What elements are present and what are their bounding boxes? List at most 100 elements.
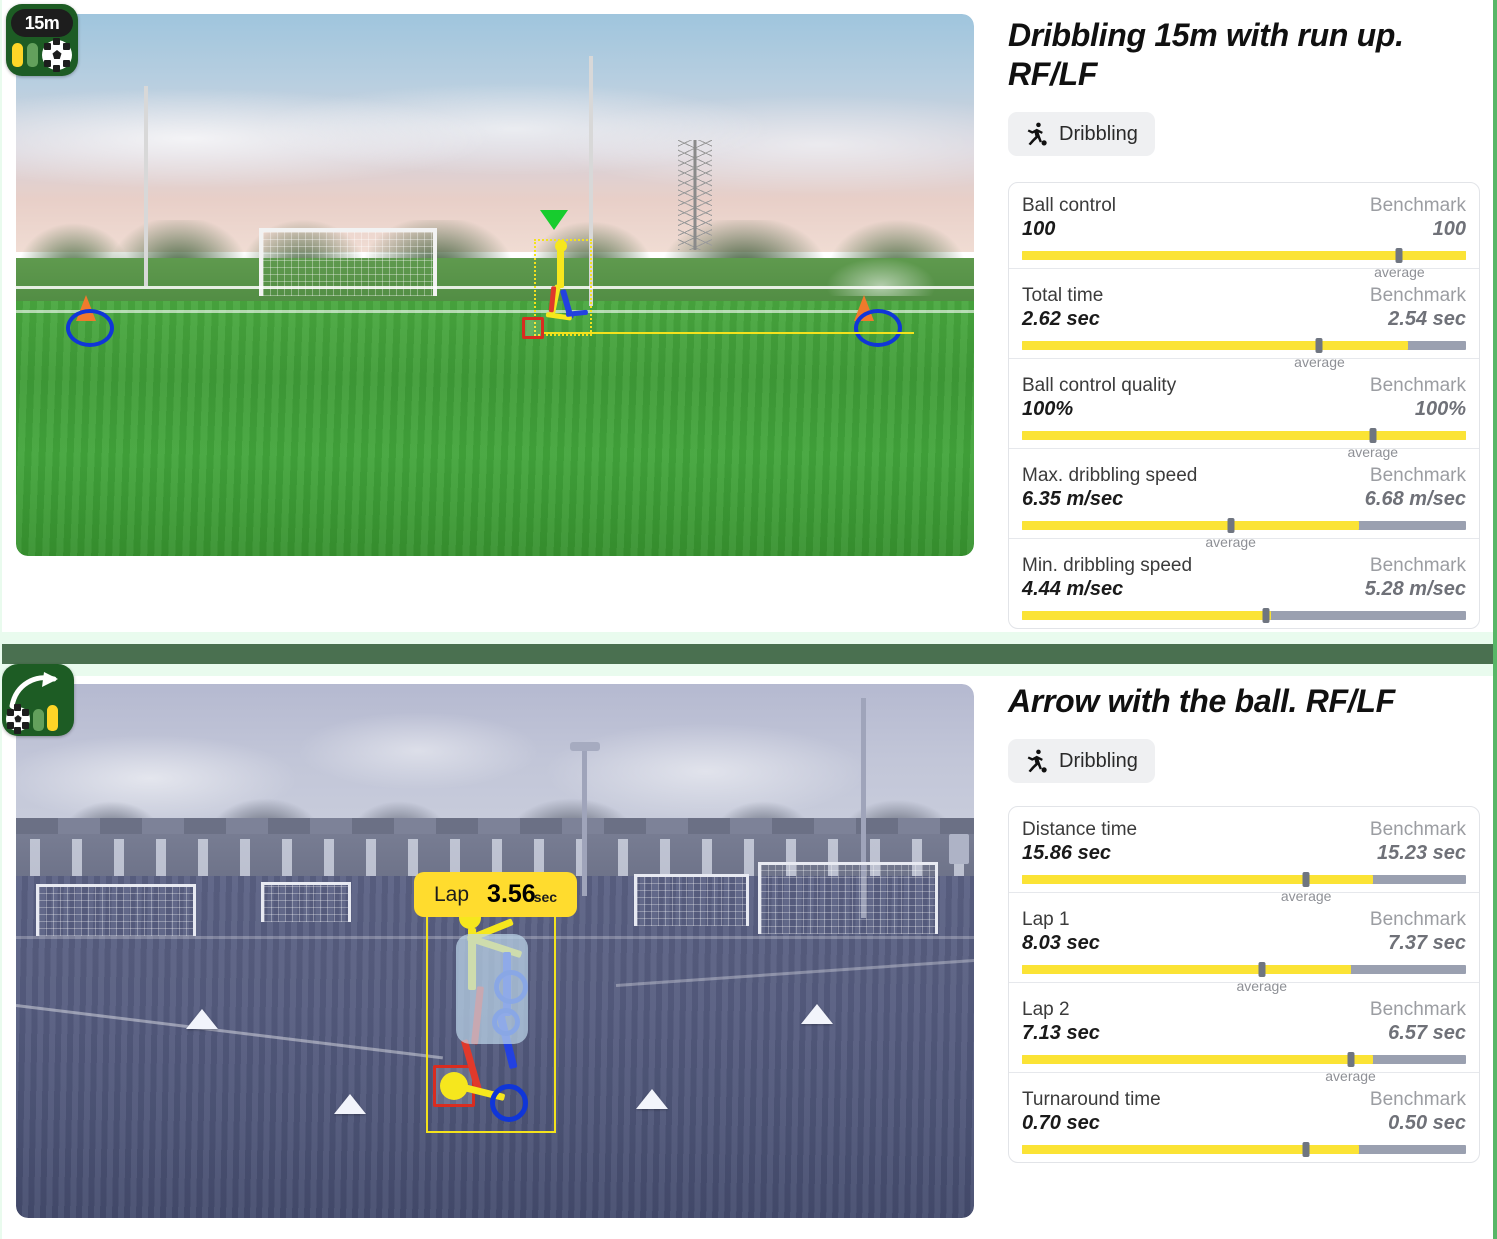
exercise-type-chip[interactable]: Dribbling [1008,112,1155,157]
details-column-2: Arrow with the ball. RF/LF Dribbling [1008,682,1480,784]
metric-bar: average [1022,518,1466,550]
metric-bar: average [1022,962,1466,994]
lap-overlay: Lap 3.56sec [414,872,578,917]
soccer-ball-icon [42,38,72,72]
details-column-1: Dribbling 15m with run up. RF/LF Dribbli… [1008,16,1480,157]
benchmark-label: Benchmark [1369,819,1466,840]
metric-bar: average [1022,608,1466,628]
average-caption: average [1325,1068,1376,1084]
benchmark-value: 100% [1414,398,1466,420]
frame-edge-right [1493,0,1497,1239]
foot-green-icon [33,709,44,731]
cone-marker [334,1094,366,1114]
section-dribbling-15m: 15m Dribbling 15m with run up. RF/LF Dri… [0,0,1497,640]
average-marker [1395,248,1403,263]
average-marker [1302,872,1310,887]
metric-value: 6.35 m/sec [1022,488,1124,510]
benchmark-value: 7.37 sec [1388,932,1466,954]
benchmark-label: Benchmark [1369,999,1466,1020]
metric-bar: average [1022,338,1466,370]
exercise-type-chip[interactable]: Dribbling [1008,739,1155,784]
electric-pylon [678,140,712,250]
exercise-badge-2 [2,664,74,736]
average-marker [1315,338,1323,353]
metric-value: 0.70 sec [1022,1112,1100,1134]
lamp-head-right [949,834,969,864]
benchmark-value: 5.28 m/sec [1364,578,1466,600]
metric-name: Min. dribbling speed [1022,555,1193,576]
metric-row: Lap 2 Benchmark 7.13 sec 6.57 sec averag… [1009,983,1479,1084]
exercise-type-label: Dribbling [1059,749,1138,772]
video-player-2[interactable]: Lap 3.56sec [16,684,974,1218]
benchmark-label: Benchmark [1369,465,1466,486]
metrics-card-1: Ball control Benchmark 100 100 average T… [1008,182,1480,629]
video-player-1[interactable] [16,14,974,556]
soccer-ball-icon [6,704,30,734]
average-caption: average [1236,978,1288,994]
metric-row: Distance time Benchmark 15.86 sec 15.23 … [1009,807,1479,904]
lap-value: 3.56 [487,880,536,908]
foot-green-icon [27,43,38,67]
page-title: Arrow with the ball. RF/LF [1008,683,1395,719]
average-caption: average [1241,624,1292,628]
benchmark-value: 0.50 sec [1388,1112,1466,1134]
metric-row: Total time Benchmark 2.62 sec 2.54 sec a… [1009,269,1479,370]
video-frame-1 [16,14,974,556]
frame-edge-left [0,0,2,1239]
lamp-head-left [570,742,600,751]
ring-marker-right [854,309,902,347]
metric-name: Ball control [1022,195,1116,216]
average-caption: average [1374,264,1425,280]
grass-field [16,301,974,556]
ring-marker-left [66,309,114,347]
section-separator [0,632,1497,676]
bar-fill [1022,1055,1373,1064]
lamp-post-left [582,746,587,896]
metric-value: 4.44 m/sec [1022,578,1124,600]
average-caption: average [1281,1158,1332,1162]
rooflines [16,817,974,834]
benchmark-label: Benchmark [1369,1089,1466,1110]
metric-value: 7.13 sec [1022,1022,1100,1044]
average-marker [1302,1142,1310,1157]
badge-distance-label: 15m [11,9,73,37]
ball-bounding-box [522,317,544,339]
clouds [16,79,974,199]
pose-limb [557,246,564,288]
metric-bar: average [1022,872,1466,904]
metric-row: Turnaround time Benchmark 0.70 sec 0.50 … [1009,1073,1479,1162]
metric-name: Lap 1 [1022,909,1070,930]
average-marker [1347,1052,1355,1067]
average-marker [1227,518,1235,533]
metric-value: 100 [1022,218,1056,240]
metric-row: Ball control quality Benchmark 100% 100%… [1009,359,1479,460]
running-player-with-ball-icon [1022,121,1048,147]
metric-bar: average [1022,248,1466,280]
badge-icon-row [6,38,78,72]
floodlight-pole-left [144,86,148,286]
metric-name: Total time [1022,285,1104,306]
metric-name: Ball control quality [1022,375,1177,396]
metric-row: Min. dribbling speed Benchmark 4.44 m/se… [1009,539,1479,628]
goal-net-mid [261,882,351,922]
pose-ring [490,1084,528,1122]
exercise-badge-1: 15m [6,4,78,76]
average-marker [1258,962,1266,977]
foot-yellow-icon [12,43,23,67]
metric-row: Ball control Benchmark 100 100 average [1009,183,1479,280]
benchmark-label: Benchmark [1369,285,1466,306]
benchmark-value: 15.23 sec [1377,842,1466,864]
bar-fill [1022,521,1360,530]
page-title: Dribbling 15m with run up. RF/LF [1008,17,1404,93]
cone-marker [636,1089,668,1109]
average-caption: average [1280,888,1332,904]
goal-net-right-b [758,862,938,934]
average-caption: average [1205,534,1256,550]
running-player-with-ball-icon [1022,748,1048,774]
pose-joint [555,240,567,252]
badge-icon-row [6,704,58,734]
player-marker-arrow-icon [540,210,568,230]
metric-bar: average [1022,1142,1466,1162]
foot-yellow-icon [47,705,58,731]
benchmark-value: 100 [1432,218,1466,240]
